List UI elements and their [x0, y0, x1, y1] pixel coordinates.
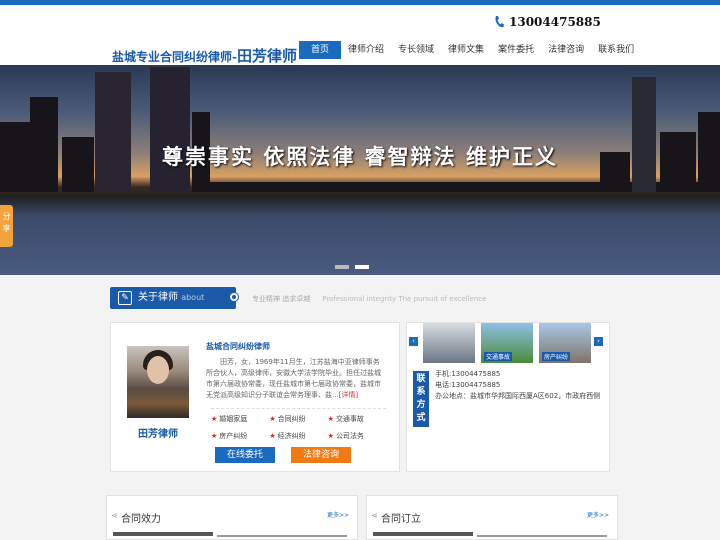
share-icon: ⋖	[371, 511, 378, 520]
site-logo[interactable]: 盐城专业合同纠纷律师-田芳律师	[112, 45, 297, 66]
entrust-button[interactable]: 在线委托	[215, 447, 275, 463]
motto-en: Professional integrity The pursuit of ex…	[322, 295, 487, 303]
nav-case-entrust[interactable]: 案件委托	[491, 41, 541, 59]
contact-mobile: 手机:13004475885	[435, 370, 501, 378]
skyline-building	[150, 67, 190, 192]
thumb-label: 交通事故	[484, 352, 513, 361]
contact-address: 办公地点：盐城市华邦国际西厦A区602，市政府西侧	[435, 392, 601, 400]
section-header: ⋖ 合同效力 更多>>	[107, 508, 357, 525]
nav-contact[interactable]: 联系我们	[591, 41, 641, 59]
star-icon: ★	[211, 415, 218, 423]
section-header: ⋖ 合同订立 更多>>	[367, 508, 617, 525]
practice-tag[interactable]: ★ 交通事故	[328, 414, 386, 424]
nav-lawyer-intro[interactable]: 律师介绍	[341, 41, 391, 59]
motto-cn: 专业精神 追求卓越	[252, 295, 311, 303]
case-thumbnails: 交通事故 房产纠纷	[423, 323, 591, 363]
slider-dots	[335, 265, 369, 269]
case-thumb[interactable]: 交通事故	[481, 323, 533, 363]
contact-label: 联系方式	[413, 371, 429, 427]
hero-banner: 尊崇事实 依照法律 睿智辩法 维护正义	[0, 65, 720, 275]
phone-icon	[495, 16, 504, 28]
logo-text: 盐城专业合同纠纷律师-	[112, 50, 237, 64]
header-phone: 13004475885	[494, 15, 601, 29]
intro-text: 田芳，女，1969年11月生，江苏盐海中亚律师事务所合伙人，高级律师，安徽大学法…	[206, 357, 386, 401]
nav-legal-consult[interactable]: 法律咨询	[541, 41, 591, 59]
practice-tags: ★ 婚姻家庭 ★ 合同纠纷 ★ 交通事故 ★ 房产纠纷 ★ 经济纠纷 ★ 公司法务	[211, 408, 386, 441]
logo-name: 田芳律师	[236, 47, 297, 65]
about-title: 关于律师	[138, 292, 178, 303]
case-thumb[interactable]: 房产纠纷	[539, 323, 591, 363]
skyline-building	[95, 72, 131, 192]
contact-tel: 电话:13004475885	[435, 381, 501, 389]
lawyer-name: 田芳律师	[138, 429, 178, 440]
star-icon: ★	[269, 415, 276, 423]
section-contract-validity: ⋖ 合同效力 更多>>	[106, 495, 358, 540]
nav-home[interactable]: 首页	[299, 41, 342, 59]
main-nav: 首页 律师介绍 专长领域 律师文集 案件委托 法律咨询 联系我们	[299, 41, 641, 59]
skyline-building	[632, 77, 656, 192]
section-title: 合同订立	[381, 514, 421, 525]
practice-tag[interactable]: ★ 房产纠纷	[211, 431, 269, 441]
carousel-prev-icon[interactable]: ‹	[409, 337, 418, 346]
case-thumb[interactable]	[423, 323, 475, 363]
share-tab[interactable]: 分享	[0, 205, 13, 247]
practice-tag[interactable]: ★ 公司法务	[328, 431, 386, 441]
about-heading-dot	[230, 293, 238, 301]
more-link[interactable]: 更多>>	[327, 510, 349, 519]
site-header: 盐城专业合同纠纷律师-田芳律师 13004475885 首页 律师介绍 专长领域…	[0, 5, 720, 65]
consult-button[interactable]: 法律咨询	[291, 447, 351, 463]
section-text-strip	[477, 535, 607, 537]
more-link[interactable]: 更多>>	[587, 510, 609, 519]
section-text-strip	[217, 535, 347, 537]
phone-number: 13004475885	[509, 15, 601, 29]
motto: 专业精神 追求卓越 Professional integrity The purs…	[252, 294, 486, 304]
slider-dot[interactable]	[335, 265, 349, 269]
nav-expertise[interactable]: 专长领域	[391, 41, 441, 59]
star-icon: ★	[211, 432, 218, 440]
lawyer-card: 田芳律师 盐城合同纠纷律师 田芳，女，1969年11月生，江苏盐海中亚律师事务所…	[110, 322, 400, 472]
practice-tag[interactable]: ★ 合同纠纷	[269, 414, 327, 424]
slider-dot-active[interactable]	[355, 265, 369, 269]
about-heading: ✎ 关于律师 about	[110, 287, 236, 309]
banner-slogan: 尊崇事实 依照法律 睿智辩法 维护正义	[162, 145, 558, 169]
carousel-next-icon[interactable]: ›	[594, 337, 603, 346]
photo-face	[147, 356, 169, 384]
water-reflection	[0, 193, 720, 275]
contact-card: ‹ › 交通事故 房产纠纷 联系方式 手机:13004475885 电话:130…	[406, 322, 610, 472]
intro-title[interactable]: 盐城合同纠纷律师	[206, 341, 270, 352]
thumb-label: 房产纠纷	[542, 352, 571, 361]
section-contract-formation: ⋖ 合同订立 更多>>	[366, 495, 618, 540]
practice-tag[interactable]: ★ 经济纠纷	[269, 431, 327, 441]
star-icon: ★	[327, 432, 334, 440]
share-icon: ⋖	[111, 511, 118, 520]
practice-tag[interactable]: ★ 婚姻家庭	[211, 414, 269, 424]
section-image-strip	[373, 532, 473, 536]
lawyer-photo	[127, 346, 189, 418]
section-title: 合同效力	[121, 514, 161, 525]
contact-info: 手机:13004475885 电话:13004475885 办公地点：盐城市华邦…	[435, 369, 605, 402]
nav-articles[interactable]: 律师文集	[441, 41, 491, 59]
edit-icon: ✎	[118, 291, 132, 305]
detail-link[interactable]: [详情]	[339, 391, 358, 399]
section-image-strip	[113, 532, 213, 536]
star-icon: ★	[269, 432, 276, 440]
about-title-en: about	[181, 293, 205, 302]
star-icon: ★	[327, 415, 334, 423]
